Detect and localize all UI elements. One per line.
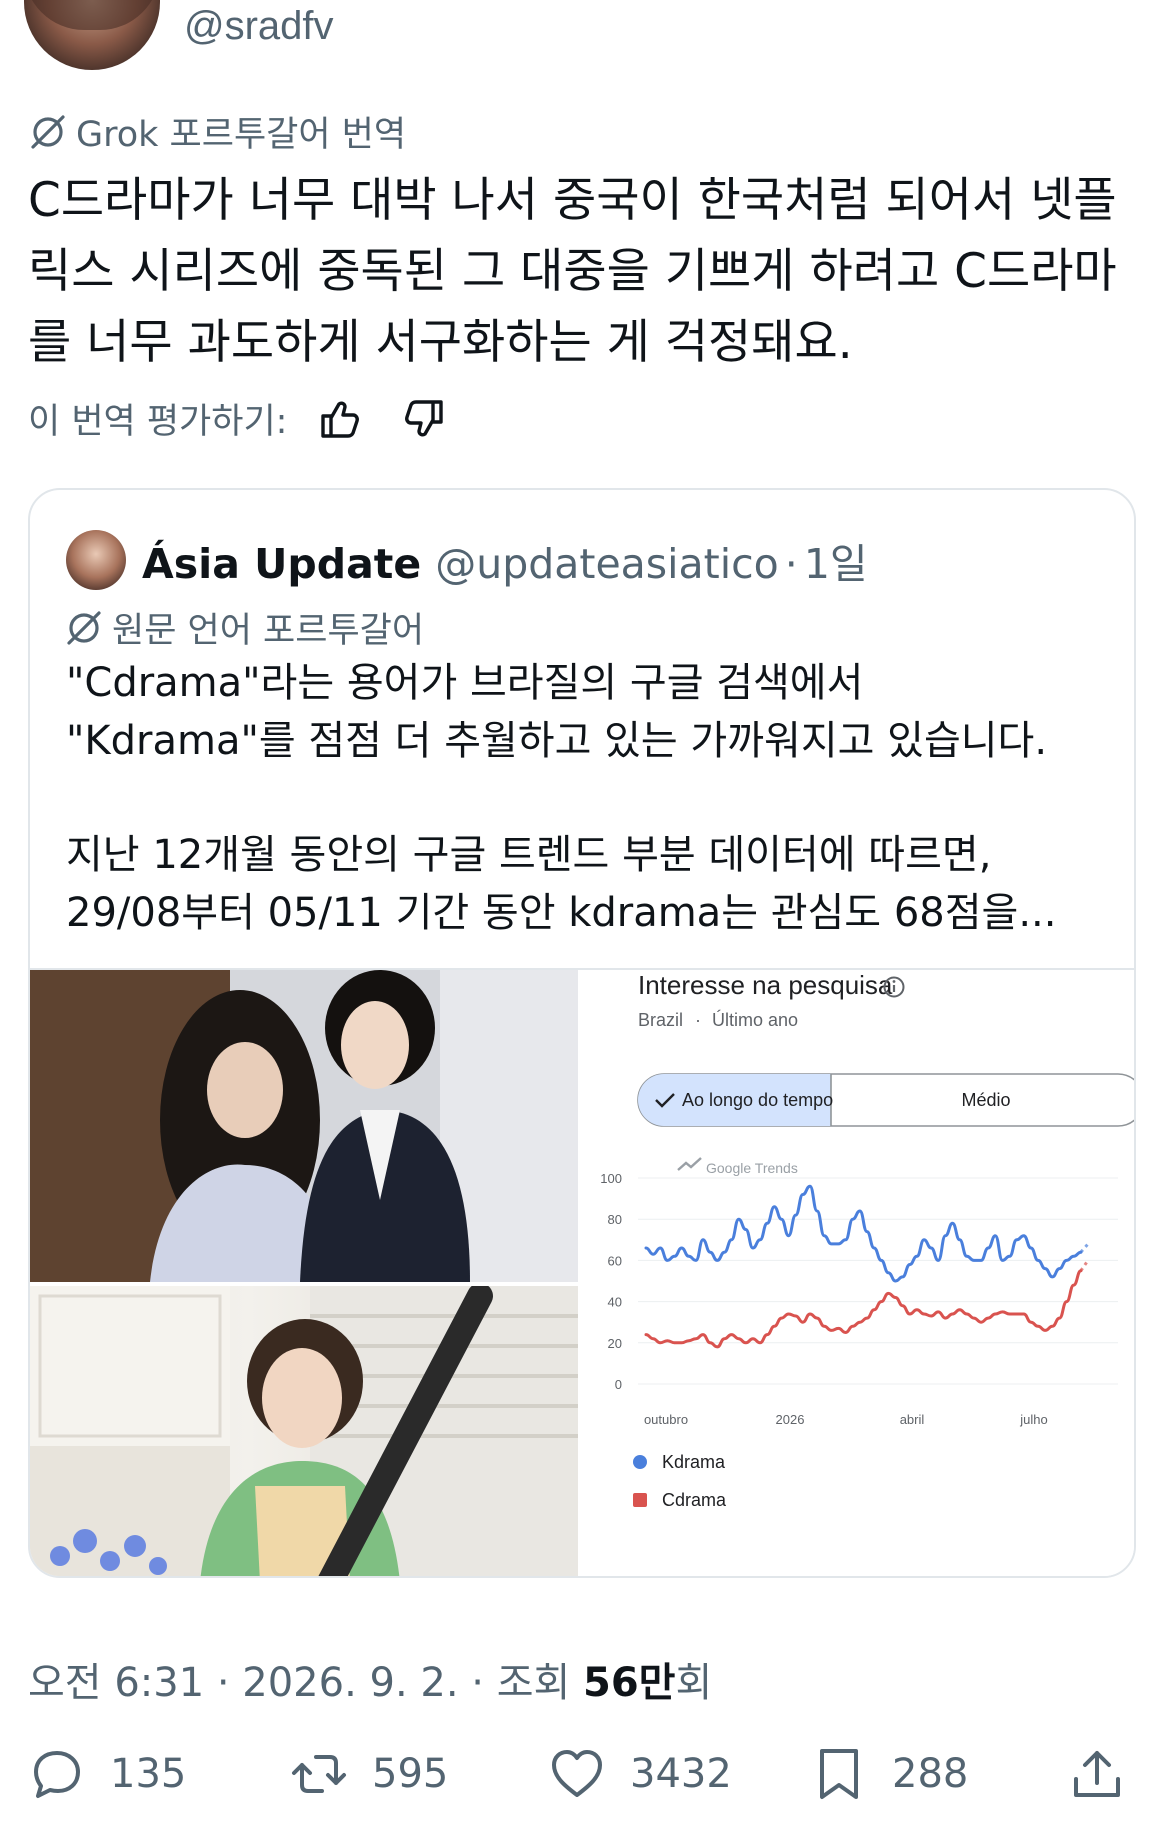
legend-label: Cdrama xyxy=(662,1490,727,1510)
quote-text: "Cdrama"라는 용어가 브라질의 구글 검색에서 "Kdrama"를 점점… xyxy=(66,654,1106,942)
quote-line: 지난 12개월 동안의 구글 트렌드 부분 데이터에 따르면, xyxy=(66,832,992,878)
chart-x-ticks: outubro 2026 abril julho xyxy=(644,1412,1048,1427)
chart-period: Último ano xyxy=(712,1009,798,1030)
legend-marker xyxy=(633,1455,647,1469)
drama-photo-1[interactable] xyxy=(30,970,578,1282)
trends-chart-panel: Interesse na pesquisa Brazil · Último an… xyxy=(578,970,1136,1576)
reply-button[interactable]: 135 xyxy=(28,1745,186,1803)
series-partial-cdrama xyxy=(1079,1259,1090,1272)
thumbs-down-icon[interactable] xyxy=(401,396,447,442)
share-icon xyxy=(1074,1751,1120,1797)
tweet-text: C드라마가 너무 대박 나서 중국이 한국처럼 되어서 넷플 릭스 시리즈에 중… xyxy=(28,165,1148,378)
chart-title: Interesse na pesquisa xyxy=(638,970,893,1000)
translation-label: Grok 포르투갈어 번역 xyxy=(28,106,406,157)
watermark-text: Google Trends xyxy=(706,1160,798,1176)
quote-author-handle[interactable]: @updateasiatico xyxy=(435,540,779,588)
reply-icon xyxy=(34,1751,80,1798)
x-tick-label: abril xyxy=(900,1412,925,1427)
y-tick-label: 80 xyxy=(608,1212,622,1227)
retweet-icon xyxy=(292,1755,346,1793)
grok-icon xyxy=(31,114,65,149)
bookmark-button[interactable]: 288 xyxy=(810,1745,968,1803)
quote-paragraph: 지난 12개월 동안의 구글 트렌드 부분 데이터에 따르면, 29/08부터 … xyxy=(66,826,1106,942)
view-count-suffix: 회 xyxy=(675,1660,713,1706)
tweet-metadata: 오전 6:31 · 2026. 9. 2. · 조회 56만회 xyxy=(28,1650,712,1708)
toggle-over-time[interactable]: Ao longo do tempo xyxy=(682,1090,833,1110)
x-tick-label: julho xyxy=(1019,1412,1047,1427)
reply-count: 135 xyxy=(110,1751,187,1797)
quote-author-name[interactable]: Ásia Update xyxy=(142,540,421,588)
trend-icon xyxy=(677,1157,702,1171)
rate-translation: 이 번역 평가하기: xyxy=(28,393,447,444)
retweet-count: 595 xyxy=(372,1751,449,1797)
quote-line: "Cdrama"라는 용어가 브라질의 구글 검색에서 xyxy=(66,660,864,706)
share-button[interactable] xyxy=(1068,1745,1126,1803)
tweet-time-date[interactable]: 오전 6:31 · 2026. 9. 2. · 조회 xyxy=(28,1660,583,1706)
quote-author-row: Ásia Update @updateasiatico · 1일 xyxy=(142,530,868,590)
retweet-button[interactable]: 595 xyxy=(290,1745,448,1803)
tweet-line: 를 너무 과도하게 서구화하는 게 걱정돼요. xyxy=(28,315,853,370)
quote-line: 29/08부터 05/11 기간 동안 kdrama는 관심도 68점을... xyxy=(66,890,1057,936)
bookmark-icon xyxy=(820,1749,858,1799)
translation-label-text: Grok 포르투갈어 번역 xyxy=(76,115,407,155)
y-tick-label: 40 xyxy=(608,1295,622,1310)
quote-author-avatar[interactable] xyxy=(66,530,126,590)
series-line-kdrama xyxy=(644,1184,1083,1283)
heart-icon xyxy=(552,1750,602,1797)
quote-paragraph: "Cdrama"라는 용어가 브라질의 구글 검색에서 "Kdrama"를 점점… xyxy=(66,654,1106,770)
tweet-line: 릭스 시리즈에 중독된 그 대중을 기쁘게 하려고 C드라마 xyxy=(28,244,1117,299)
drama-photo-2[interactable] xyxy=(30,1286,578,1576)
quote-timestamp[interactable]: 1일 xyxy=(804,530,868,590)
grok-icon xyxy=(67,610,101,645)
y-tick-label: 0 xyxy=(615,1377,622,1392)
quote-original-language-text: 원문 언어 포르투갈어 xyxy=(112,611,425,651)
chart-legend: Kdrama Cdrama xyxy=(633,1452,727,1510)
y-tick-label: 60 xyxy=(608,1253,622,1268)
series-partial-kdrama xyxy=(1079,1242,1090,1254)
y-tick-label: 100 xyxy=(600,1171,622,1186)
google-trends-watermark: Google Trends xyxy=(677,1157,798,1176)
x-tick-label: outubro xyxy=(644,1412,688,1427)
chart-region: Brazil xyxy=(638,1010,683,1030)
quote-line: "Kdrama"를 점점 더 추월하고 있는 가까워지고 있습니다. xyxy=(66,718,1048,764)
x-tick-label: 2026 xyxy=(776,1412,805,1427)
legend-marker xyxy=(633,1493,647,1507)
quote-separator: · xyxy=(784,540,798,588)
tweet-line: C드라마가 너무 대박 나서 중국이 한국처럼 되어서 넷플 xyxy=(28,173,1117,228)
time-toggle[interactable]: Ao longo do tempo Médio xyxy=(637,1073,1136,1127)
legend-label: Kdrama xyxy=(662,1452,726,1472)
bookmark-count: 288 xyxy=(892,1751,969,1797)
series-line-cdrama xyxy=(644,1269,1083,1349)
like-count: 3432 xyxy=(630,1751,732,1797)
like-button[interactable]: 3432 xyxy=(548,1745,732,1803)
quote-media[interactable]: Interesse na pesquisa Brazil · Último an… xyxy=(30,968,1136,1576)
author-avatar[interactable] xyxy=(24,0,160,70)
quote-original-language: 원문 언어 포르투갈어 xyxy=(64,602,424,653)
trends-chart: Interesse na pesquisa Brazil · Último an… xyxy=(600,970,1136,1510)
chart-subtitle-separator: · xyxy=(695,1010,701,1030)
chart-series xyxy=(644,1184,1090,1349)
view-count: 56만 xyxy=(583,1660,676,1706)
rate-translation-label: 이 번역 평가하기: xyxy=(28,402,288,442)
drama-photo-2-art xyxy=(30,1286,578,1576)
drama-photo-1-art xyxy=(30,970,578,1282)
y-tick-label: 20 xyxy=(608,1336,622,1351)
action-bar: 135 595 3432 288 xyxy=(0,1745,1170,1815)
author-handle[interactable]: @sradfv xyxy=(184,4,334,49)
quoted-tweet[interactable]: Ásia Update @updateasiatico · 1일 원문 언어 포… xyxy=(28,488,1136,1578)
thumbs-up-icon[interactable] xyxy=(317,396,363,442)
chart-y-ticks: 0 20 40 60 80 100 xyxy=(600,1171,622,1392)
tweet-header: @sradfv xyxy=(0,0,1170,80)
chart-grid xyxy=(638,1177,1118,1385)
toggle-average[interactable]: Médio xyxy=(961,1090,1010,1110)
